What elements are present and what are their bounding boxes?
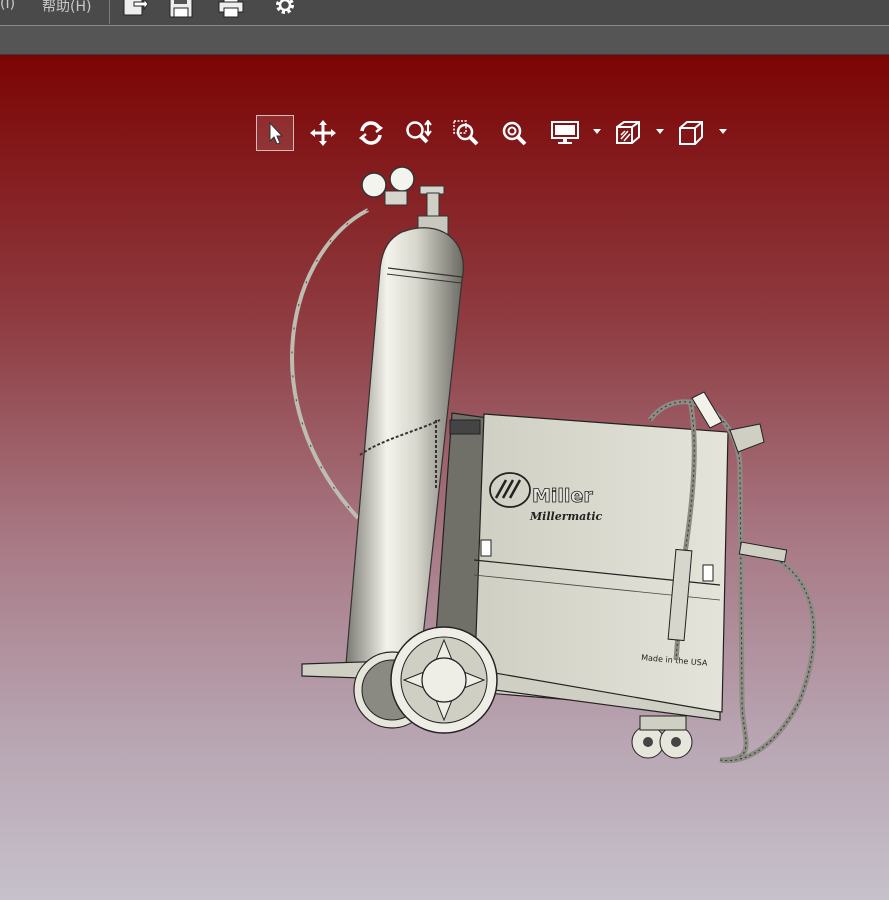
export-icon[interactable]: [122, 0, 148, 18]
menu-item-tools[interactable]: (I): [0, 0, 15, 12]
save-icon[interactable]: [169, 0, 193, 18]
brand-logo-text: Miller: [532, 485, 593, 507]
print-icon[interactable]: [218, 0, 244, 18]
product-name-text: Millermatic: [529, 510, 603, 523]
settings-gear-icon[interactable]: [274, 0, 296, 16]
menu-bar: (I) 帮助(H): [0, 0, 889, 26]
menu-separator: [109, 0, 110, 24]
welder-cart-model: Miller Millermatic Made in the USA: [290, 166, 817, 764]
toolbar-strip: [0, 26, 889, 55]
menu-item-help[interactable]: 帮助(H): [42, 0, 91, 16]
3d-viewport[interactable]: Miller Millermatic Made in the USA: [0, 55, 889, 900]
